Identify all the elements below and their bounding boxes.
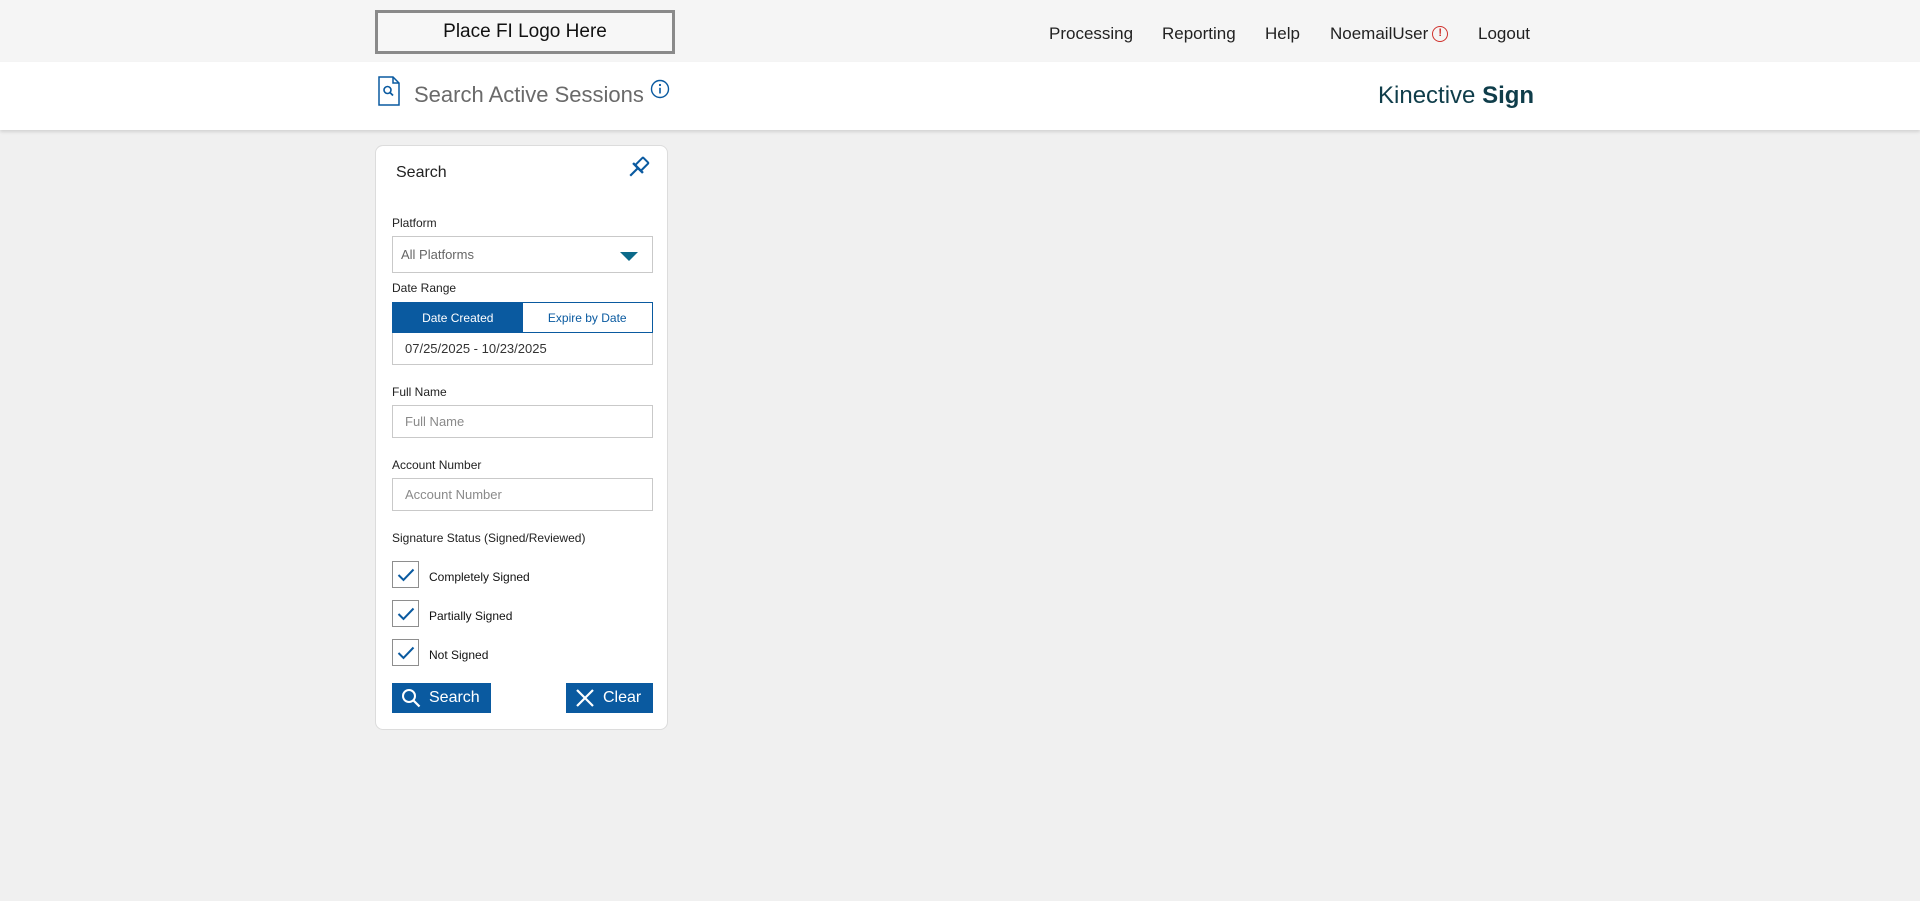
completely-signed-checkbox[interactable] xyxy=(392,561,419,588)
page-header: Search Active Sessions Kinective Sign xyxy=(0,62,1920,130)
search-button-label: Search xyxy=(429,689,480,706)
search-icon xyxy=(402,689,421,708)
nav-logout[interactable]: Logout xyxy=(1478,24,1530,44)
completely-signed-label: Completely Signed xyxy=(429,569,530,584)
date-range-label: Date Range xyxy=(392,281,457,295)
main-nav: Processing Reporting Help NoemailUser! L… xyxy=(0,22,1920,46)
brand-light-text: Kinective xyxy=(1378,82,1483,109)
nav-help[interactable]: Help xyxy=(1265,24,1300,44)
alert-icon: ! xyxy=(1432,25,1449,42)
top-nav-bar: Place FI Logo Here Processing Reporting … xyxy=(0,0,1920,62)
search-panel: Search Platform All Platforms Date Range… xyxy=(375,145,668,730)
clear-button[interactable]: Clear xyxy=(566,683,653,713)
partially-signed-label: Partially Signed xyxy=(429,608,513,623)
partially-signed-checkbox[interactable] xyxy=(392,600,419,627)
option-completely-signed: Completely Signed xyxy=(392,561,530,588)
document-search-icon xyxy=(378,76,400,106)
not-signed-label: Not Signed xyxy=(429,647,489,662)
platform-selected-value: All Platforms xyxy=(401,247,474,262)
brand-bold-text: Sign xyxy=(1482,82,1535,109)
info-icon[interactable] xyxy=(650,79,670,99)
pin-icon[interactable] xyxy=(624,154,652,182)
not-signed-checkbox[interactable] xyxy=(392,639,419,666)
checkmark-icon xyxy=(397,646,414,659)
checkmark-icon xyxy=(397,568,414,581)
account-number-input[interactable] xyxy=(392,478,653,511)
full-name-input[interactable] xyxy=(392,405,653,438)
panel-title: Search xyxy=(396,164,447,181)
nav-processing[interactable]: Processing xyxy=(1049,24,1133,44)
tab-date-created[interactable]: Date Created xyxy=(393,303,523,332)
full-name-label: Full Name xyxy=(392,385,447,399)
date-range-input[interactable]: 07/25/2025 - 10/23/2025 xyxy=(392,333,653,365)
nav-user-menu[interactable]: NoemailUser! xyxy=(1330,24,1449,44)
option-partially-signed: Partially Signed xyxy=(392,600,512,627)
search-button[interactable]: Search xyxy=(392,683,491,713)
nav-reporting[interactable]: Reporting xyxy=(1162,24,1236,44)
date-range-toggle: Date Created Expire by Date xyxy=(392,302,653,333)
brand-logo: Kinective Sign xyxy=(1378,82,1534,110)
close-icon xyxy=(576,689,594,707)
platform-select[interactable]: All Platforms xyxy=(392,236,653,273)
clear-button-label: Clear xyxy=(603,689,642,706)
caret-down-icon xyxy=(620,252,638,261)
checkmark-icon xyxy=(397,607,414,620)
option-not-signed: Not Signed xyxy=(392,639,488,666)
user-name: NoemailUser xyxy=(1330,24,1429,43)
page-title: Search Active Sessions xyxy=(414,82,644,107)
tab-expire-by-date[interactable]: Expire by Date xyxy=(522,303,652,332)
platform-label: Platform xyxy=(392,216,437,230)
signature-status-label: Signature Status (Signed/Reviewed) xyxy=(392,531,586,545)
account-number-label: Account Number xyxy=(392,458,482,472)
